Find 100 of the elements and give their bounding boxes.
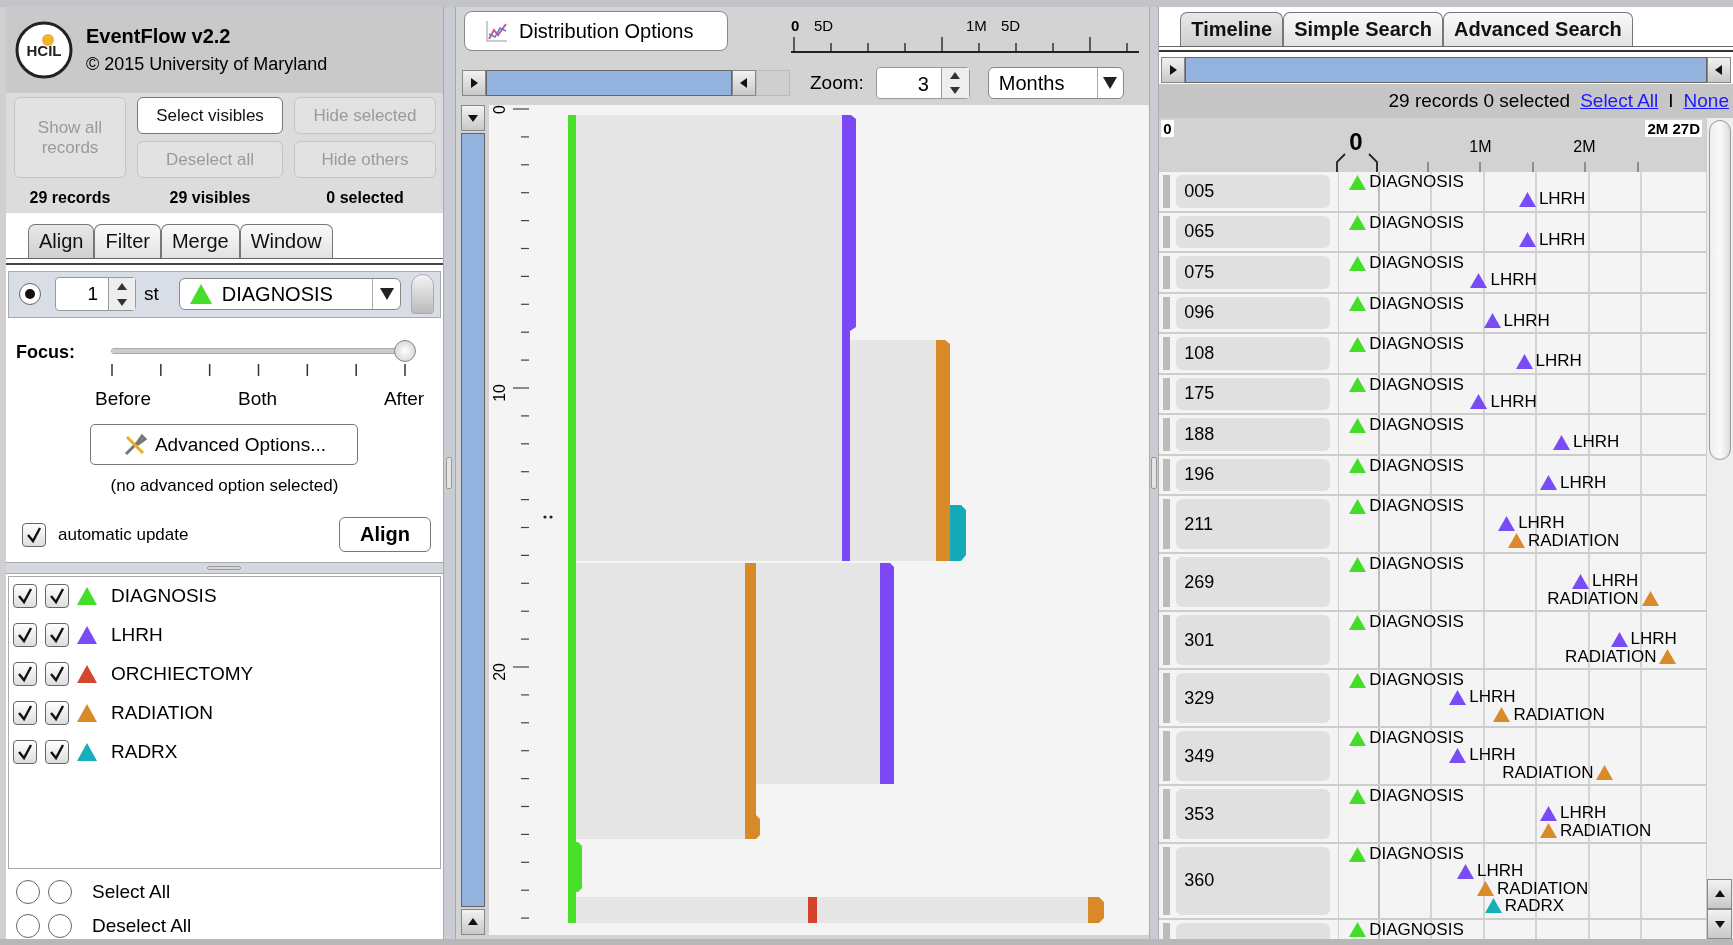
checkbox[interactable] xyxy=(13,701,37,726)
checkbox[interactable] xyxy=(48,880,72,904)
logo: HCIL xyxy=(14,20,74,81)
chart-icon xyxy=(484,19,509,43)
event-label: DIAGNOSIS xyxy=(1369,253,1464,273)
down-arrow-icon[interactable] xyxy=(117,298,127,306)
copyright-text: © 2015 University of Maryland xyxy=(86,54,328,76)
scroll-up-button[interactable] xyxy=(1707,879,1732,909)
select-all-link[interactable]: Select All xyxy=(1580,90,1659,112)
scroll-left-button[interactable] xyxy=(1707,57,1731,83)
record-id[interactable]: 353 xyxy=(1176,789,1331,839)
scroll-up-button[interactable] xyxy=(460,909,485,935)
record-button[interactable]: Select visibles xyxy=(137,97,283,135)
tab[interactable]: Timeline xyxy=(1180,12,1284,46)
axis-label: 10 xyxy=(490,384,509,402)
record-id[interactable]: 196 xyxy=(1176,458,1331,491)
event-label: RADIATION xyxy=(1513,704,1605,725)
ruler-label: 0 xyxy=(790,17,800,34)
checkbox[interactable] xyxy=(13,623,37,648)
checkbox[interactable] xyxy=(13,740,37,765)
checkbox[interactable] xyxy=(22,522,46,547)
up-arrow-icon[interactable] xyxy=(117,282,127,290)
scroll-right-button[interactable] xyxy=(461,70,486,96)
record-bar xyxy=(1163,557,1171,607)
record-id[interactable]: 301 xyxy=(1176,615,1331,665)
checkbox[interactable] xyxy=(45,740,69,765)
up-arrow-icon[interactable] xyxy=(950,72,961,79)
tab[interactable]: Merge xyxy=(160,223,240,258)
none-link[interactable]: None xyxy=(1683,90,1729,112)
checkbox[interactable] xyxy=(45,623,69,648)
slider-tick-label: After xyxy=(383,387,425,410)
distribution-options-button[interactable]: Distribution Options xyxy=(463,11,728,51)
record-id[interactable]: 360 xyxy=(1176,847,1331,915)
ruler-label: 5D xyxy=(813,17,834,34)
scroll-down-button[interactable] xyxy=(460,105,485,131)
checkbox[interactable] xyxy=(13,662,37,687)
number-spinner[interactable]: 1 xyxy=(55,277,136,312)
advanced-options-button[interactable]: Advanced Options... xyxy=(90,424,359,466)
record-bar xyxy=(1163,847,1171,915)
scroll-left-button[interactable] xyxy=(731,70,756,96)
event-type-label: ORCHIECTOMY xyxy=(111,663,254,686)
radio-button[interactable] xyxy=(19,283,41,306)
record-id[interactable]: 175 xyxy=(1176,377,1331,410)
axis-label: 0 xyxy=(490,105,509,114)
checkbox[interactable] xyxy=(13,584,37,609)
checkbox[interactable] xyxy=(48,914,72,938)
tools-icon xyxy=(122,432,147,457)
down-arrow-icon[interactable] xyxy=(950,87,961,94)
checkbox[interactable] xyxy=(45,701,69,726)
scroll-down-button[interactable] xyxy=(1707,909,1732,939)
ordinal-suffix: st xyxy=(144,283,159,306)
scroll-range[interactable] xyxy=(460,133,485,907)
record-id[interactable]: 065 xyxy=(1176,215,1331,248)
up-arrow-icon xyxy=(466,916,479,928)
record-id[interactable]: 096 xyxy=(1176,296,1331,329)
event-label: DIAGNOSIS xyxy=(1369,728,1464,748)
record-id[interactable]: 188 xyxy=(1176,418,1331,451)
align-button[interactable]: Align xyxy=(338,517,431,553)
tab[interactable]: Simple Search xyxy=(1283,12,1443,46)
event-label: DIAGNOSIS xyxy=(1369,670,1464,690)
range-start: 0 xyxy=(1161,120,1174,137)
unit-dropdown[interactable]: Months xyxy=(987,67,1124,99)
checkbox[interactable] xyxy=(16,914,40,938)
tick-label: 2M xyxy=(1573,138,1596,156)
count-label: 0 selected xyxy=(325,189,405,208)
record-bar xyxy=(1163,418,1171,451)
record-bar xyxy=(1163,256,1171,289)
record-id[interactable]: 075 xyxy=(1176,256,1331,289)
checkbox[interactable] xyxy=(45,584,69,609)
event-label: LHRH xyxy=(1490,391,1537,412)
checkbox[interactable] xyxy=(45,662,69,687)
tab[interactable]: Advanced Search xyxy=(1442,12,1633,46)
event-label: LHRH xyxy=(1503,310,1550,331)
tab[interactable]: Align xyxy=(28,223,95,258)
zoom-spinner[interactable]: 3 xyxy=(875,67,970,99)
app-title: EventFlow v2.2 xyxy=(86,25,232,49)
record-id[interactable]: 349 xyxy=(1176,731,1331,781)
splitter-handle[interactable] xyxy=(6,562,443,575)
scrollbar-thumb[interactable] xyxy=(1709,120,1731,460)
tab[interactable]: Filter xyxy=(94,223,161,258)
event-label: DIAGNOSIS xyxy=(1369,415,1464,435)
record-status: 29 records 0 selected xyxy=(1388,90,1571,112)
record-id[interactable]: 005 xyxy=(1176,175,1331,208)
event-label: LHRH xyxy=(1469,687,1516,708)
record-id[interactable]: 269 xyxy=(1176,557,1331,607)
tab[interactable]: Window xyxy=(239,223,333,258)
up-arrow-icon xyxy=(1713,888,1726,900)
axis-label: 20 xyxy=(490,663,509,681)
count-label: 29 records xyxy=(28,189,112,208)
record-id[interactable]: 211 xyxy=(1176,499,1331,549)
record-id[interactable]: 329 xyxy=(1176,673,1331,723)
slider-tick-label: Both xyxy=(237,387,278,410)
scroll-right-button[interactable] xyxy=(1161,57,1186,83)
option-note: (no advanced option selected) xyxy=(109,475,340,498)
event-label: DIAGNOSIS xyxy=(1369,612,1464,632)
checkbox[interactable] xyxy=(16,880,40,904)
record-id[interactable]: 108 xyxy=(1176,337,1331,370)
event-dropdown[interactable]: DIAGNOSIS xyxy=(178,278,402,311)
caret-icon xyxy=(379,288,394,301)
record-bar xyxy=(1163,296,1171,329)
